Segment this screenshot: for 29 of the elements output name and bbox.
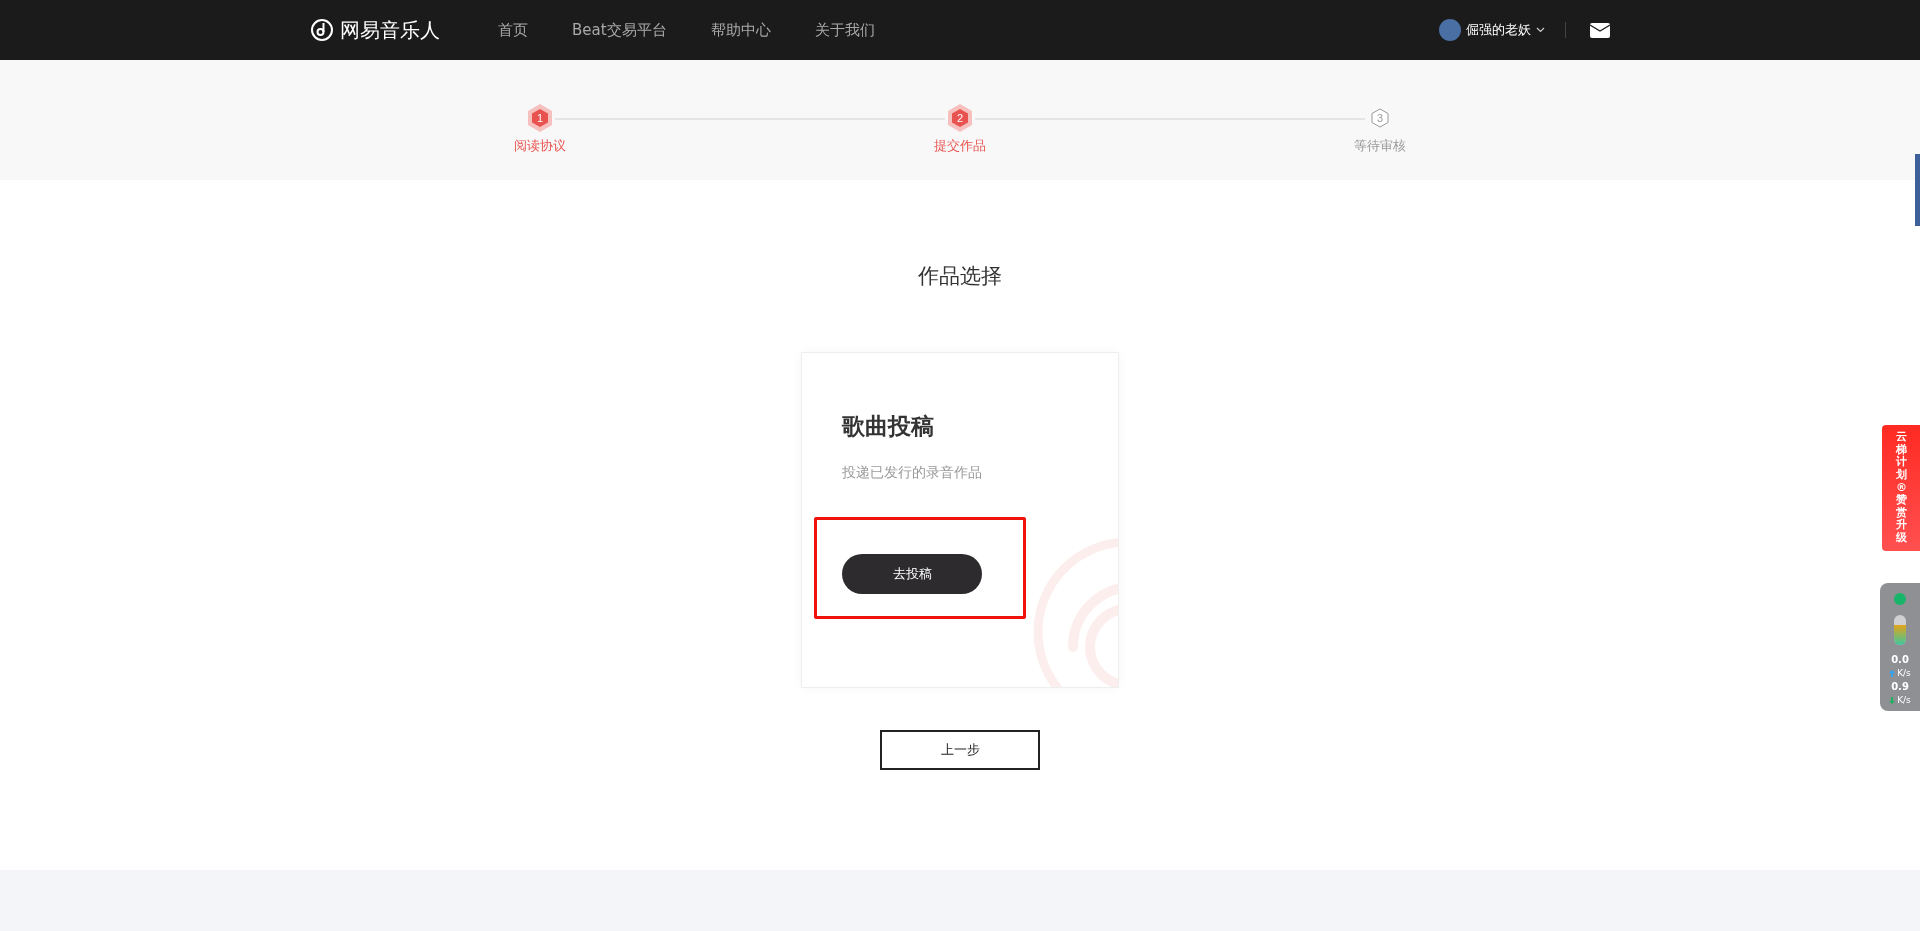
- nav-link[interactable]: 帮助中心: [710, 20, 771, 40]
- music-note-logo-icon: [310, 18, 334, 42]
- speed-unit: K/s: [1897, 696, 1911, 705]
- user-name[interactable]: 倔强的老妖: [1466, 21, 1531, 39]
- avatar[interactable]: [1439, 19, 1461, 41]
- speed-unit: K/s: [1897, 669, 1911, 678]
- mail-icon[interactable]: [1590, 22, 1610, 38]
- nav-link[interactable]: 关于我们: [814, 20, 875, 40]
- nav-link[interactable]: Beat交易平台: [572, 20, 667, 40]
- upload-speed: 0.0: [1891, 655, 1909, 665]
- step-badge-icon: 2: [945, 103, 975, 133]
- step-label: 阅读协议: [514, 137, 566, 155]
- submit-button[interactable]: 去投稿: [842, 554, 982, 594]
- status-dot-icon: [1894, 593, 1906, 605]
- section-title: 作品选择: [918, 263, 1002, 290]
- card-description: 投递已发行的录音作品: [842, 464, 983, 482]
- download-speed: 0.9: [1891, 682, 1909, 692]
- step-label: 提交作品: [934, 137, 986, 155]
- arrow-up-icon: [1889, 670, 1896, 677]
- nav-link[interactable]: 首页: [498, 20, 528, 40]
- step-label: 等待审核: [1354, 137, 1406, 155]
- step-badge-icon: 1: [525, 103, 555, 133]
- gauge-icon: [1894, 615, 1906, 645]
- card-title: 歌曲投稿: [842, 412, 935, 441]
- chevron-down-icon[interactable]: [1536, 27, 1545, 33]
- promo-tab[interactable]: 云梯计划®赞赏升级: [1882, 425, 1920, 551]
- arrow-down-icon: [1889, 697, 1896, 704]
- site-logo[interactable]: 网易音乐人: [340, 16, 440, 44]
- back-button[interactable]: 上一步: [880, 730, 1040, 770]
